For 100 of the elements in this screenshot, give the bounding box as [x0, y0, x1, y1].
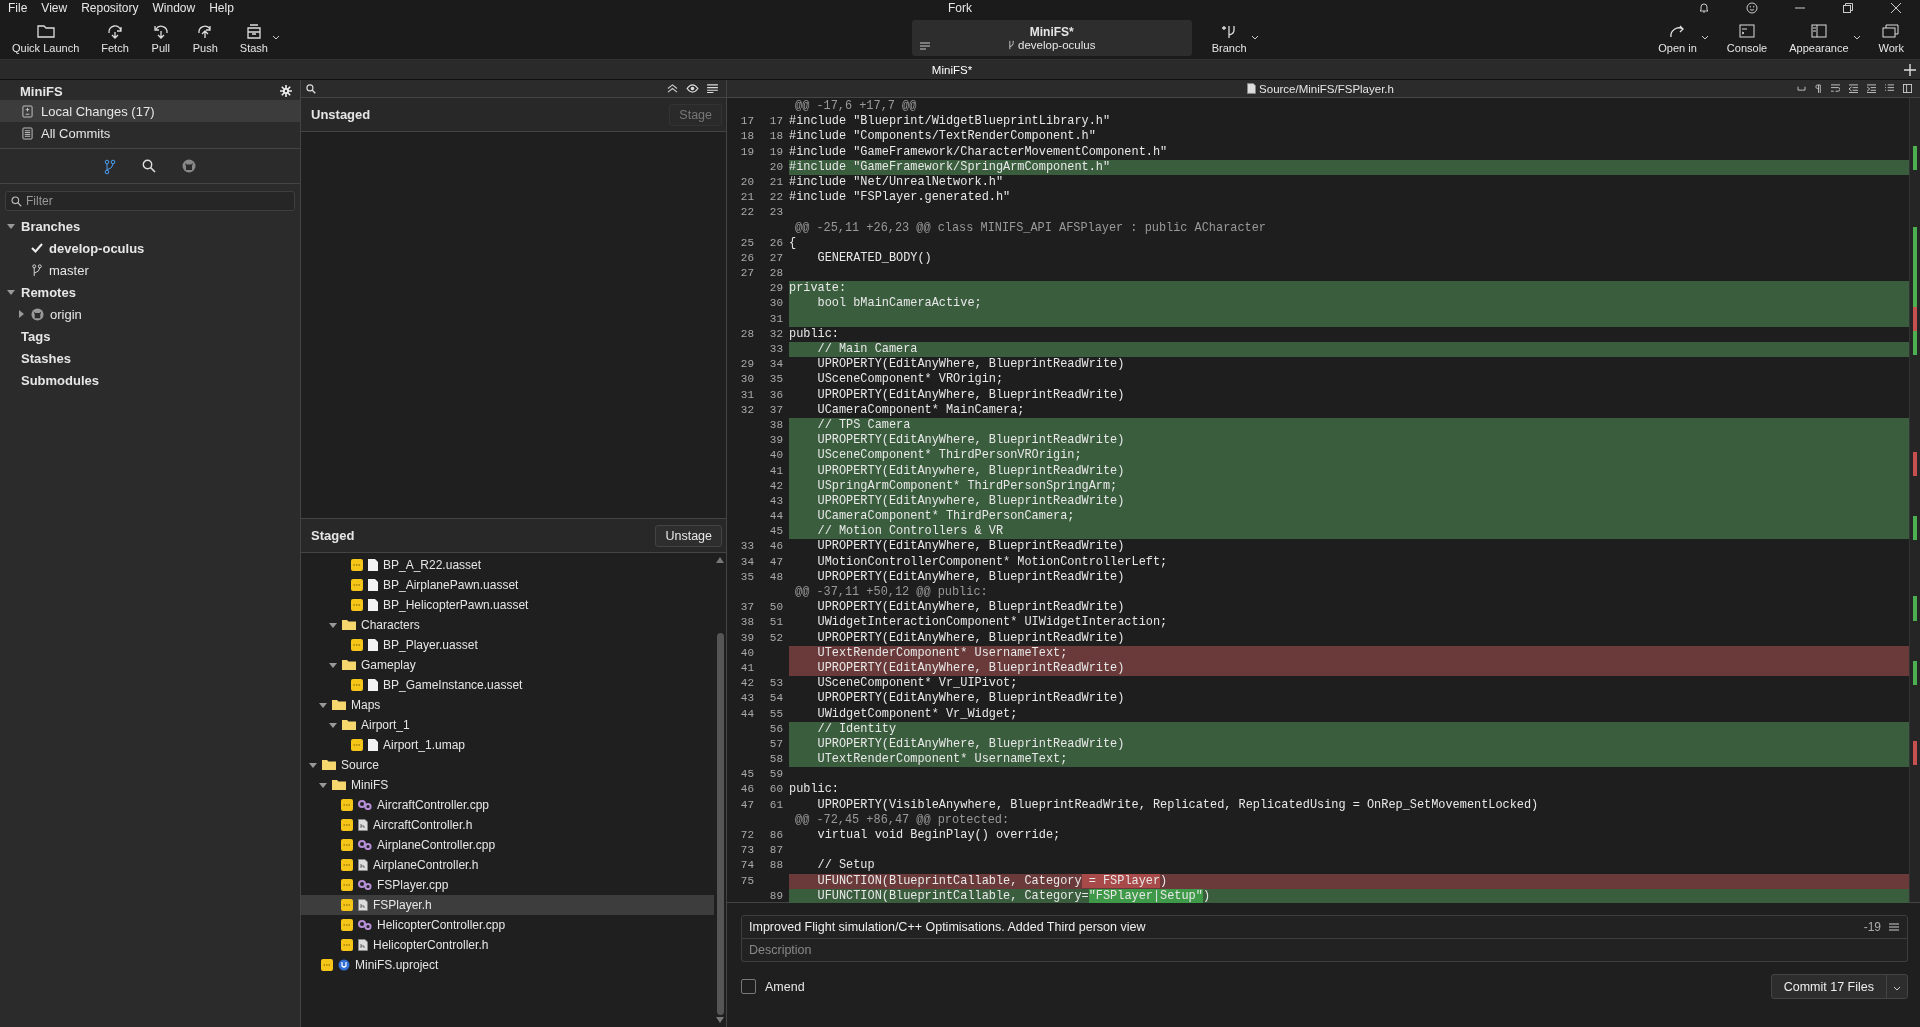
eye-icon[interactable]: [686, 84, 699, 93]
line-number: 28: [739, 326, 755, 342]
add-tab-icon[interactable]: [1904, 63, 1916, 76]
expand-caret-icon[interactable]: [309, 761, 317, 769]
file-tree-row[interactable]: Airport_1: [301, 715, 714, 735]
file-icon: [368, 559, 378, 571]
close-icon[interactable]: [1890, 2, 1902, 14]
expand-caret-icon[interactable]: [17, 310, 25, 318]
bell-icon[interactable]: [1698, 2, 1710, 14]
sidebar-section[interactable]: Branches: [21, 218, 81, 234]
caret-icon[interactable]: [1250, 35, 1259, 40]
sidebar-view-item[interactable]: Local Changes (17): [0, 100, 300, 122]
file-tree-row[interactable]: BP_A_R22.uasset: [301, 555, 714, 575]
file-tree-row[interactable]: FSPlayer.cpp: [301, 875, 714, 895]
open-in-button[interactable]: Open in: [1650, 18, 1717, 57]
code-line: USceneComponent* VROrigin;: [816, 372, 1005, 388]
file-tree-row[interactable]: AircraftController.cpp: [301, 795, 714, 815]
filter-input[interactable]: Filter: [26, 194, 289, 208]
appearance-button[interactable]: Appearance: [1781, 18, 1869, 57]
fetch-button[interactable]: Fetch: [93, 18, 141, 57]
expand-caret-icon[interactable]: [7, 288, 15, 296]
caret-icon[interactable]: [1700, 35, 1709, 40]
branch-name[interactable]: master: [49, 262, 89, 278]
description-field[interactable]: Description: [741, 939, 1908, 962]
whitespace-icon[interactable]: [1797, 84, 1806, 91]
line-number: 44: [768, 509, 784, 525]
menu-item[interactable]: Repository: [81, 1, 139, 15]
work-button[interactable]: Work: [1870, 18, 1916, 57]
menu-item[interactable]: Window: [152, 1, 196, 15]
code-line: UPROPERTY(EditAnyWhere, BlueprintReadWrite): [816, 357, 1126, 373]
commit-message-field[interactable]: Improved Flight simulation/C++ Optimisations. Added Third person view -19: [741, 915, 1908, 939]
menu-item[interactable]: File: [8, 1, 28, 15]
sidebar-section[interactable]: Tags: [21, 328, 51, 344]
file-tree-row[interactable]: BP_AirplanePawn.uasset: [301, 575, 714, 595]
list-icon[interactable]: [1885, 84, 1894, 93]
expand-caret-icon[interactable]: [7, 222, 15, 230]
modified-badge-icon: [321, 959, 333, 971]
file-tree-row[interactable]: Maps: [301, 695, 714, 715]
stash-button[interactable]: Stash: [231, 18, 288, 57]
branches-tab-icon[interactable]: [104, 159, 116, 175]
branch-button[interactable]: Branch: [1203, 18, 1267, 57]
file-tree-row[interactable]: AirplaneController.cpp: [301, 835, 714, 855]
sidebar-view-item[interactable]: All Commits: [0, 122, 300, 144]
wrap-icon[interactable]: [1831, 84, 1840, 93]
repository-selector[interactable]: MiniFS* develop-oculus: [911, 19, 1192, 56]
file-tree-row[interactable]: Source: [301, 755, 714, 775]
code-line: UMotionControllerComponent* MotionControllerLeft;: [816, 554, 1169, 570]
remote-name[interactable]: origin: [50, 306, 82, 322]
scroll-down-icon[interactable]: [716, 1017, 724, 1023]
file-tree-row[interactable]: Airport_1.umap: [301, 735, 714, 755]
file-tree-row[interactable]: BP_GameInstance.uasset: [301, 675, 714, 695]
expand-caret-icon[interactable]: [329, 721, 337, 729]
file-tree-row[interactable]: Gameplay: [301, 655, 714, 675]
caret-icon[interactable]: [272, 35, 280, 40]
file-tree-row[interactable]: HelicopterController.h: [301, 935, 714, 955]
file-tree-row[interactable]: AirplaneController.h: [301, 855, 714, 875]
sidebar-section[interactable]: Remotes: [21, 284, 76, 300]
scroll-up-icon[interactable]: [716, 557, 724, 563]
push-button[interactable]: Push: [184, 18, 230, 57]
filter-field[interactable]: Filter: [5, 191, 295, 211]
pull-button[interactable]: Pull: [142, 18, 183, 57]
file-tree-row[interactable]: HelicopterController.cpp: [301, 915, 714, 935]
commit-message-input[interactable]: Improved Flight simulation/C++ Optimisations. Added Third person view: [749, 920, 1856, 934]
amend-checkbox[interactable]: [741, 979, 756, 994]
sidebar-section[interactable]: Stashes: [21, 350, 71, 366]
line-number: 19: [768, 144, 784, 160]
expand-caret-icon[interactable]: [319, 781, 327, 789]
search-icon[interactable]: [306, 83, 316, 94]
repository-tab[interactable]: MiniFS*: [921, 63, 983, 76]
quick-launch-button[interactable]: Quick Launch: [4, 18, 92, 57]
expand-caret-icon[interactable]: [319, 701, 327, 709]
file-tree-row[interactable]: BP_Player.uasset: [301, 635, 714, 655]
file-icon: [368, 739, 378, 751]
split-view-icon[interactable]: [1903, 84, 1912, 93]
list-icon[interactable]: [707, 84, 718, 93]
expand-caret-icon[interactable]: [329, 621, 337, 629]
caret-icon[interactable]: [1852, 35, 1861, 40]
file-tree-row[interactable]: BP_HelicopterPawn.uasset: [301, 595, 714, 615]
branch-name[interactable]: develop-oculus: [49, 240, 145, 256]
file-tree-row[interactable]: MiniFS.uproject: [301, 955, 714, 975]
line-number: 60: [768, 782, 784, 798]
file-tree-row[interactable]: AircraftController.h: [301, 815, 714, 835]
file-tree-row[interactable]: Characters: [301, 615, 714, 635]
search-tab-icon[interactable]: [142, 159, 156, 173]
menu-item[interactable]: Help: [209, 1, 234, 15]
expand-caret-icon[interactable]: [329, 661, 337, 669]
console-button[interactable]: Console: [1718, 18, 1780, 57]
settings-icon[interactable]: [280, 85, 292, 97]
indent-icon[interactable]: [1867, 84, 1876, 93]
collapse-all-icon[interactable]: [667, 84, 678, 93]
unstage-button[interactable]: Unstage: [655, 524, 722, 547]
pilcrow-icon[interactable]: [1815, 84, 1822, 93]
menu-item[interactable]: View: [41, 1, 68, 15]
sidebar-section[interactable]: Submodules: [21, 372, 99, 388]
outdent-icon[interactable]: [1849, 84, 1858, 93]
file-tree-row[interactable]: MiniFS: [301, 775, 714, 795]
line-number: 34: [739, 554, 755, 570]
file-tree-row[interactable]: FSPlayer.h: [301, 895, 714, 915]
restore-icon[interactable]: [1842, 2, 1854, 14]
smiley-icon[interactable]: [1746, 2, 1758, 14]
